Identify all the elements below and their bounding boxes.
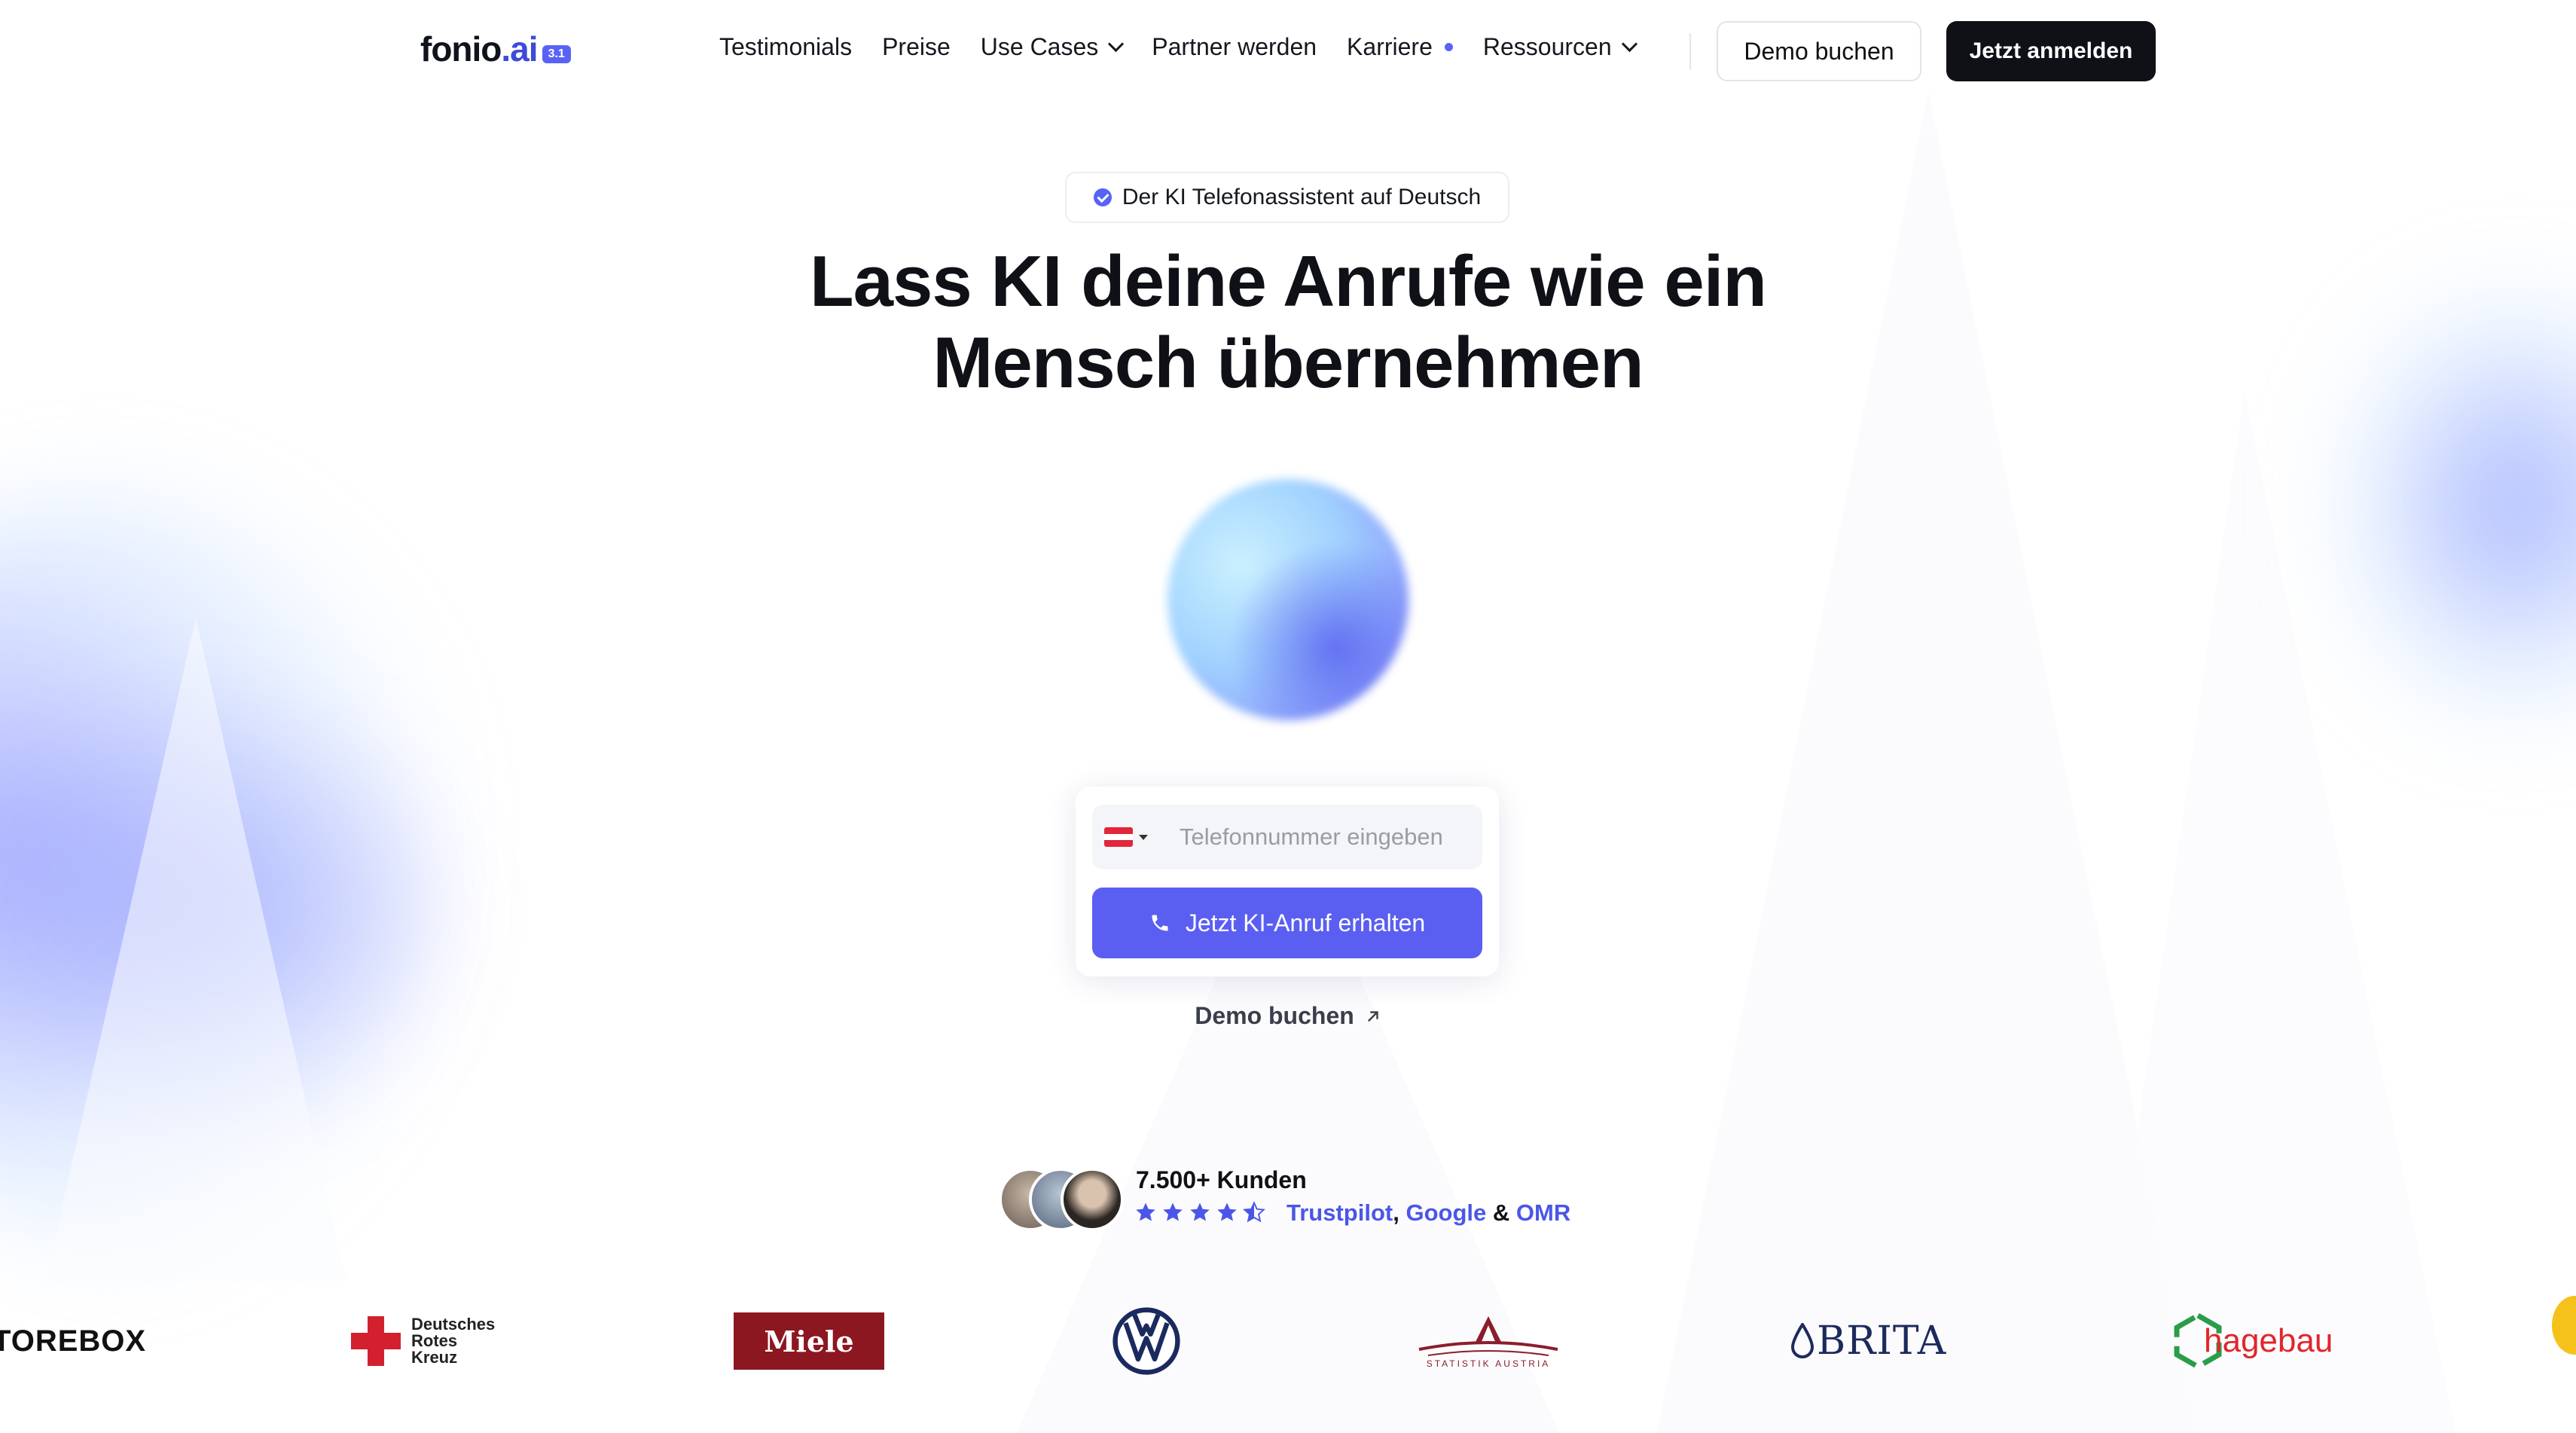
review-separator: , (1393, 1199, 1399, 1226)
chevron-down-icon (1621, 35, 1637, 53)
partial-yellow-logo (2552, 1296, 2576, 1355)
logo-suffix: .ai (501, 29, 538, 69)
customer-count: 7.500+ Kunden (1136, 1166, 1307, 1193)
headline-line-2: Mensch übernehmen (932, 322, 1644, 403)
drk-logo-line: Kreuz (411, 1348, 458, 1367)
verified-check-icon (1093, 188, 1112, 206)
vw-emblem-icon (1113, 1307, 1180, 1375)
hero-headline: Lass KI deine Anrufe wie ein Mensch über… (678, 241, 1898, 404)
ki-anruf-button[interactable]: Jetzt KI-Anruf erhalten (1092, 888, 1482, 958)
trustpilot-link[interactable]: Trustpilot (1286, 1199, 1393, 1226)
review-separator: & (1492, 1199, 1510, 1226)
omr-link[interactable]: OMR (1516, 1199, 1570, 1226)
nav-link-preise[interactable]: Preise (882, 33, 951, 61)
country-dropdown-caret-icon[interactable] (1139, 834, 1148, 840)
version-badge: 3.1 (542, 45, 571, 63)
customer-avatars (999, 1168, 1127, 1233)
water-drop-icon (1791, 1323, 1814, 1358)
ki-anruf-button-label: Jetzt KI-Anruf erhalten (1185, 909, 1426, 936)
top-navigation: fonio.ai 3.1 Testimonials Preise Use Cas… (0, 0, 2576, 102)
statistik-austria-emblem-icon (1418, 1316, 1558, 1356)
demo-buchen-button[interactable]: Demo buchen (1717, 21, 1921, 81)
hero-badge: Der KI Telefonassistent auf Deutsch (1065, 172, 1509, 223)
hero-badge-text: Der KI Telefonassistent auf Deutsch (1122, 185, 1482, 209)
nav-link-label: Preise (882, 33, 951, 60)
brita-logo-text: BRITA (1817, 1318, 1947, 1364)
customer-logos-strip: TOREBOX Deutsches Rotes Kreuz Miele STAT… (0, 1296, 2576, 1386)
nav-link-label: Use Cases (980, 33, 1099, 60)
brita-logo: BRITA (1791, 1296, 1946, 1386)
austria-flag-icon[interactable] (1104, 827, 1133, 847)
red-cross-icon (351, 1316, 401, 1366)
call-request-card: Jetzt KI-Anruf erhalten (1076, 787, 1499, 976)
phone-icon (1152, 915, 1168, 931)
nav-divider (1689, 33, 1691, 69)
phone-input-group (1092, 805, 1482, 869)
hagebau-logo: hagebau (2174, 1296, 2333, 1386)
statistik-austria-logo: STATISTIK AUSTRIA (1413, 1296, 1564, 1386)
ai-voice-orb (1167, 479, 1409, 720)
rating-stars (1134, 1201, 1270, 1224)
nav-links: Testimonials Preise Use Cases Partner we… (719, 33, 1665, 61)
arrow-up-right-icon (1368, 1010, 1378, 1022)
jetzt-anmelden-button[interactable]: Jetzt anmelden (1946, 21, 2156, 81)
demo-link-label: Demo buchen (1195, 1002, 1354, 1029)
half-star-icon (1243, 1201, 1265, 1223)
drk-logo-line: Deutsches (411, 1315, 496, 1334)
drk-logo: Deutsches Rotes Kreuz (351, 1296, 495, 1386)
nav-link-partner-werden[interactable]: Partner werden (1152, 33, 1317, 61)
google-link[interactable]: Google (1406, 1199, 1486, 1226)
demo-buchen-link[interactable]: Demo buchen (1175, 1002, 1401, 1030)
nav-link-use-cases[interactable]: Use Cases (980, 33, 1125, 61)
star-icon (1190, 1202, 1210, 1221)
nav-link-label: Testimonials (719, 33, 853, 60)
nav-link-label: Karriere (1347, 33, 1433, 60)
phone-number-input[interactable] (1178, 823, 1467, 851)
hagebau-logo-text: hagebau (2204, 1322, 2333, 1359)
fonio-logo[interactable]: fonio.ai 3.1 (420, 29, 571, 69)
nav-link-label: Partner werden (1152, 33, 1317, 60)
star-icon (1136, 1202, 1155, 1221)
storebox-logo-text: TOREBOX (0, 1324, 147, 1358)
nav-link-testimonials[interactable]: Testimonials (719, 33, 852, 61)
avatar (1061, 1168, 1124, 1231)
nav-link-karriere[interactable]: Karriere (1347, 33, 1453, 61)
miele-logo-text: Miele (734, 1312, 884, 1370)
nav-link-label: Ressourcen (1482, 33, 1612, 60)
statistik-austria-logo-text: STATISTIK AUSTRIA (1426, 1358, 1551, 1369)
storebox-logo: TOREBOX (0, 1296, 146, 1386)
nav-link-ressourcen[interactable]: Ressourcen (1482, 33, 1637, 61)
star-icon (1163, 1202, 1183, 1221)
vw-logo (1112, 1296, 1181, 1386)
headline-line-1: Lass KI deine Anrufe wie ein (809, 241, 1767, 322)
star-icon (1217, 1202, 1237, 1221)
drk-logo-line: Rotes (411, 1331, 458, 1350)
chevron-down-icon (1108, 35, 1125, 53)
miele-logo: Miele (734, 1296, 884, 1386)
review-sources: Trustpilot, Google & OMR (1286, 1199, 1570, 1227)
logo-name: fonio (420, 29, 502, 69)
new-indicator-dot (1444, 43, 1453, 51)
